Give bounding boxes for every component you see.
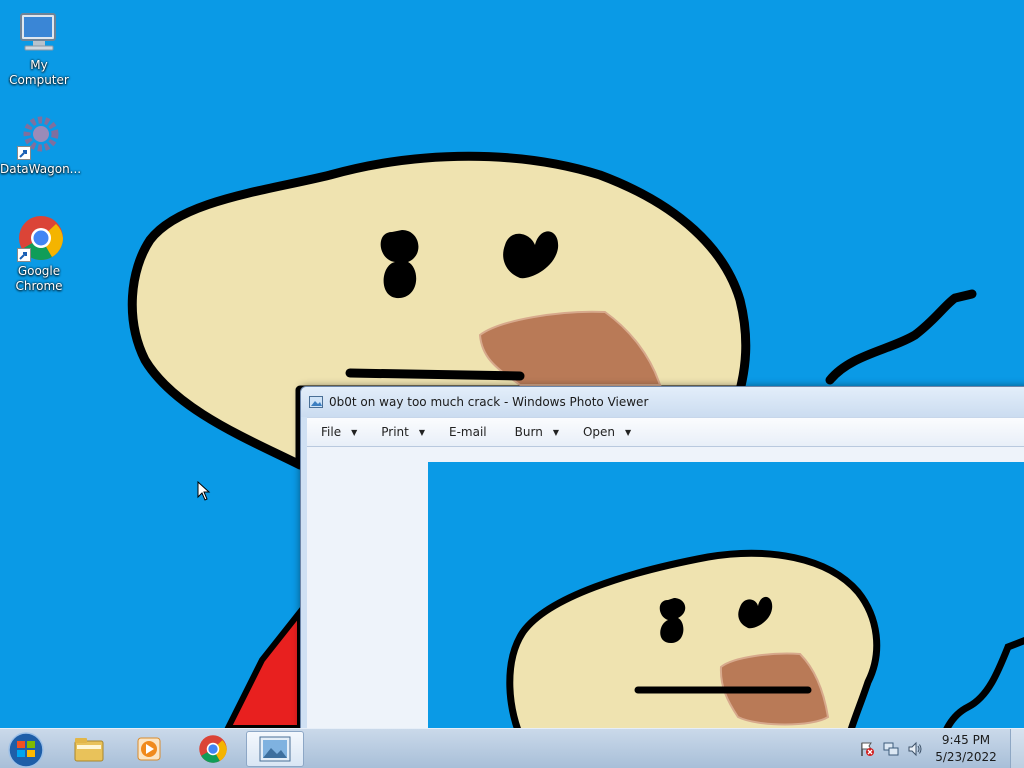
menu-label: Burn <box>514 425 543 439</box>
photo-viewer-icon <box>259 736 291 762</box>
chrome-icon <box>15 214 63 262</box>
network-icon[interactable] <box>882 740 900 758</box>
taskbar-media-player[interactable] <box>120 731 178 767</box>
gear-icon <box>15 112 63 160</box>
action-center-flag-icon[interactable] <box>858 740 876 758</box>
menu-label: File <box>321 425 342 439</box>
system-tray: 9:45 PM 5/23/2022 <box>858 729 1024 768</box>
menu-label: Print <box>381 425 409 439</box>
mouse-cursor-icon <box>197 481 211 501</box>
file-explorer-icon <box>74 738 104 762</box>
chrome-icon <box>199 735 227 763</box>
start-button[interactable] <box>4 730 48 768</box>
clock-time: 9:45 PM <box>941 733 991 747</box>
dropdown-arrow-icon: ▼ <box>351 427 358 437</box>
viewer-menu-bar: File ▼ Print ▼ E-mail Burn ▼ Open ▼ <box>307 417 1024 447</box>
menu-label: E-mail <box>449 425 487 439</box>
dropdown-arrow-icon: ▼ <box>552 427 559 437</box>
window-titlebar[interactable]: 0b0t on way too much crack - Windows Pho… <box>301 387 1024 417</box>
dropdown-arrow-icon: ▼ <box>418 427 426 437</box>
taskbar-photo-viewer[interactable] <box>246 731 304 767</box>
desktop-icon-label: DataWagon... <box>0 162 82 176</box>
desktop-icon-google-chrome[interactable]: Google Chrome <box>0 214 78 294</box>
photo-drawing <box>428 462 1024 762</box>
menu-burn[interactable]: Burn ▼ <box>497 418 569 446</box>
taskbar-clock[interactable]: 9:45 PM 5/23/2022 <box>930 732 1002 766</box>
media-player-icon <box>137 737 161 761</box>
image-canvas-area <box>307 447 1024 762</box>
taskbar: 9:45 PM 5/23/2022 <box>0 728 1024 768</box>
menu-print[interactable]: Print ▼ <box>367 418 435 446</box>
displayed-photo <box>428 462 1024 762</box>
desktop-icon-label: My Computer <box>9 58 69 87</box>
menu-open[interactable]: Open ▼ <box>569 418 641 446</box>
photo-viewer-window[interactable]: 0b0t on way too much crack - Windows Pho… <box>300 386 1024 762</box>
volume-icon[interactable] <box>906 740 924 758</box>
dropdown-arrow-icon: ▼ <box>625 427 632 437</box>
computer-icon <box>15 8 63 56</box>
shortcut-arrow-icon <box>17 146 31 160</box>
taskbar-file-explorer[interactable] <box>60 731 118 767</box>
start-orb-icon <box>8 732 44 768</box>
desktop-icon-my-computer[interactable]: My Computer <box>0 8 78 88</box>
photo-viewer-app-icon <box>309 396 323 408</box>
menu-label: Open <box>582 425 616 439</box>
shortcut-arrow-icon <box>17 248 31 262</box>
menu-file[interactable]: File ▼ <box>307 418 367 446</box>
taskbar-chrome[interactable] <box>184 731 242 767</box>
clock-date: 5/23/2022 <box>935 750 997 764</box>
desktop-icon-label: Google Chrome <box>15 264 63 293</box>
desktop-icon-datawagon[interactable]: DataWagon... <box>0 112 82 177</box>
show-desktop-button[interactable] <box>1010 729 1024 768</box>
menu-email[interactable]: E-mail <box>435 418 497 446</box>
window-title: 0b0t on way too much crack - Windows Pho… <box>329 395 649 409</box>
